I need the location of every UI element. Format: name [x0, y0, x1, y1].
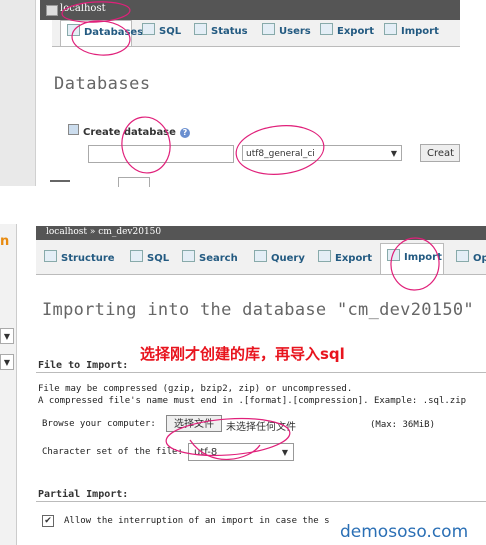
- breadcrumb-server-link[interactable]: localhost: [60, 3, 106, 14]
- tab-search[interactable]: Search: [182, 245, 238, 273]
- nav-select-arrow[interactable]: ▼: [0, 328, 14, 344]
- export-icon: [318, 250, 331, 262]
- instruction-annotation: 选择刚才创建的库，再导入sql: [140, 345, 345, 363]
- breadcrumb[interactable]: localhost » cm_dev20150: [46, 227, 161, 237]
- left-navigation-strip: [0, 0, 36, 186]
- compression-note: File may be compressed (gzip, bzip2, zip…: [38, 384, 353, 394]
- databases-content: [52, 47, 462, 186]
- tab-databases[interactable]: Databases: [60, 20, 143, 46]
- operations-icon: [456, 250, 469, 262]
- charset-label: Character set of the file:: [42, 447, 183, 457]
- tab-import[interactable]: Import: [380, 243, 444, 274]
- watermark: demososo.com: [340, 522, 469, 542]
- database-tab-bar: Structure SQL Search Query Export Import…: [36, 240, 486, 275]
- browse-label: Browse your computer:: [42, 419, 156, 429]
- database-add-icon: [68, 124, 79, 135]
- tab-sql[interactable]: SQL: [130, 245, 169, 273]
- chevron-down-icon: ▼: [281, 448, 288, 457]
- tab-export[interactable]: Export: [320, 20, 374, 44]
- allow-interrupt-checkbox[interactable]: ✔: [42, 515, 54, 527]
- no-file-selected-text: 未选择任何文件: [226, 422, 296, 433]
- page-title: Databases: [54, 74, 151, 94]
- divider: [36, 372, 486, 373]
- database-name-input[interactable]: [88, 145, 234, 163]
- tab-status[interactable]: Status: [194, 20, 248, 44]
- tab-import[interactable]: Import: [384, 20, 439, 44]
- tab-operations[interactable]: Op: [456, 245, 486, 273]
- query-icon: [254, 250, 267, 262]
- export-icon: [320, 23, 333, 35]
- divider: [36, 501, 486, 502]
- partial-import-heading: Partial Import:: [38, 489, 129, 500]
- charset-select[interactable]: utf-8 ▼: [188, 443, 294, 461]
- footer-fragment: [50, 177, 150, 187]
- server-icon: [46, 5, 58, 16]
- tab-export[interactable]: Export: [318, 245, 372, 273]
- tab-query[interactable]: Query: [254, 245, 305, 273]
- structure-icon: [44, 250, 57, 262]
- create-button[interactable]: Creat: [420, 144, 460, 162]
- nav-select-arrow[interactable]: ▼: [0, 354, 14, 370]
- create-database-heading: Create database?: [68, 124, 190, 138]
- server-tab-bar: Databases SQL Status Users Export Import: [52, 20, 460, 47]
- users-icon: [262, 23, 275, 35]
- left-navigation-strip: n ▼ ▼: [0, 224, 17, 545]
- import-icon: [384, 23, 397, 35]
- server-breadcrumb-bar: localhost: [40, 0, 460, 20]
- compression-example: A compressed file's name must end in .[f…: [38, 396, 467, 406]
- page-title: Importing into the database "cm_dev20150…: [42, 300, 474, 320]
- database-breadcrumb-bar: localhost » cm_dev20150: [36, 226, 486, 240]
- file-to-import-heading: File to Import:: [38, 360, 129, 371]
- database-icon: [67, 24, 80, 36]
- max-size-text: (Max: 36MiB): [370, 420, 436, 430]
- search-icon: [182, 250, 195, 262]
- import-icon: [387, 249, 400, 261]
- help-icon[interactable]: ?: [179, 128, 190, 138]
- sql-icon: [130, 250, 143, 262]
- allow-interrupt-label: Allow the interruption of an import in c…: [64, 516, 330, 526]
- tab-sql[interactable]: SQL: [142, 20, 181, 44]
- status-icon: [194, 23, 207, 35]
- chevron-down-icon: ▼: [390, 149, 397, 158]
- logo-fragment: n: [0, 234, 10, 249]
- tab-structure[interactable]: Structure: [44, 245, 115, 273]
- collation-select[interactable]: utf8_general_ci ▼: [242, 145, 402, 161]
- tab-users[interactable]: Users: [262, 20, 311, 44]
- choose-file-button[interactable]: 选择文件: [166, 415, 222, 432]
- sql-icon: [142, 23, 155, 35]
